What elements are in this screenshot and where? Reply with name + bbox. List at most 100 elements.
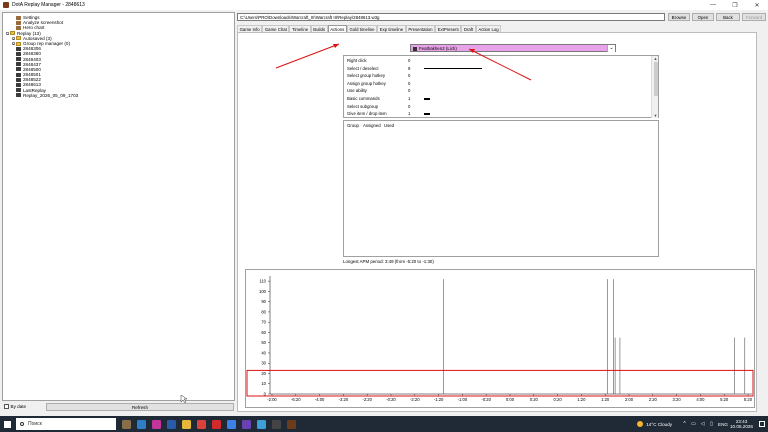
taskbar-search[interactable]: Поиск (16, 418, 116, 430)
tab-draft[interactable]: Draft (461, 25, 476, 32)
chat-app-icon[interactable] (242, 419, 251, 429)
language-indicator[interactable]: ENG (718, 422, 728, 427)
scroll-thumb[interactable] (653, 62, 658, 96)
action-label: Select group hotkey (347, 73, 385, 79)
replay-icon (16, 67, 21, 72)
taskbar-apps (122, 419, 296, 429)
clock[interactable]: 23:43 10.05.2026 (730, 419, 753, 429)
replay-manager-icon[interactable] (287, 419, 296, 429)
replay-icon (16, 93, 21, 98)
tree-item[interactable]: Replay_2026_05_09_1703 (6, 93, 78, 98)
action-count: 0 (408, 73, 411, 79)
x-tick-label: 2:20 (649, 397, 658, 402)
x-tick-label: -0:20 (481, 397, 491, 402)
edge-browser-icon[interactable] (137, 419, 146, 429)
action-label: Select / deselect (347, 65, 379, 71)
start-button[interactable] (0, 416, 14, 432)
by-date-checkbox[interactable]: By date (4, 404, 26, 409)
player-select[interactable]: Feathakhen2 (Lich) ⌄ (410, 44, 616, 52)
back-button[interactable]: Back (716, 13, 740, 21)
refresh-button[interactable]: Refresh (46, 403, 234, 411)
sound-icon[interactable]: ◁ (700, 421, 705, 427)
action-bar (424, 67, 482, 70)
open-button[interactable]: Open (692, 13, 714, 21)
replay-tree-panel: Settings Analyze screenshot Hero chart − Rep… (2, 12, 235, 401)
network-icon[interactable]: ▭ (691, 421, 696, 427)
replay-icon (16, 57, 21, 62)
y-tick-label: 100 (259, 289, 267, 294)
folder-icon (16, 36, 21, 41)
media-app-icon[interactable] (212, 419, 221, 429)
battery-icon[interactable]: ▯ (709, 421, 714, 427)
replay-tree: Settings Analyze screenshot Hero chart − Rep… (6, 15, 78, 98)
checkbox-box[interactable] (4, 404, 9, 409)
chevron-down-icon[interactable]: ⌄ (607, 45, 615, 52)
tab-gold-timeline[interactable]: Gold timeline (346, 25, 378, 32)
action-label: Select subgroup (347, 103, 379, 109)
minimize-button[interactable]: — (702, 0, 724, 10)
x-tick-label: 0:20 (554, 397, 563, 402)
chevron-up-icon[interactable]: ^ (682, 421, 687, 427)
replay-icon (16, 77, 21, 82)
replay-icon (16, 83, 21, 88)
settings-icon (16, 25, 21, 30)
landscape-app-icon[interactable] (122, 419, 131, 429)
close-button[interactable]: ✕ (746, 0, 768, 10)
tab-game-info[interactable]: Game Info (237, 25, 263, 32)
weather-widget[interactable]: 14°C Cloudy (637, 421, 672, 427)
expand-icon[interactable]: + (12, 36, 15, 40)
y-tick-label: 110 (259, 279, 266, 284)
y-tick-label: 10 (261, 381, 266, 386)
scroll-down-icon[interactable]: ▼ (652, 113, 659, 118)
x-tick-label: 0:00 (506, 397, 515, 402)
file-explorer-icon[interactable] (182, 419, 191, 429)
notification-icon[interactable] (759, 421, 765, 427)
hero-icon (413, 46, 417, 51)
x-tick-label: 1:20 (577, 397, 586, 402)
tree-item[interactable]: + Group rep manager (0) (6, 41, 78, 46)
taskbar: Поиск 14°C Cloudy ^ ▭ ◁ ▯ ENG 23:43 10.0… (0, 416, 768, 432)
maximize-button[interactable]: ❐ (724, 0, 746, 10)
x-tick-label: -0:20 (386, 397, 396, 402)
clock-date: 10.05.2026 (730, 424, 753, 429)
actions-scrollbar[interactable]: ▲ ▼ (651, 56, 658, 118)
action-label: Assign group hotkey (347, 80, 386, 86)
store-app-icon[interactable] (227, 419, 236, 429)
tab-exp-timeline[interactable]: Exp timeline (377, 25, 406, 32)
expand-icon[interactable]: + (12, 42, 15, 46)
annotation-highlight-box (246, 369, 754, 397)
window-title: DotA Replay Manager - 2848613 (12, 2, 85, 8)
tab-presentation[interactable]: Presentation (405, 25, 436, 32)
weather-sun-icon (637, 421, 644, 427)
warcraft-icon[interactable] (272, 419, 281, 429)
folder-icon (10, 31, 15, 36)
x-tick-label: -3:20 (339, 397, 349, 402)
player-select-value: Feathakhen2 (Lich) (419, 46, 457, 51)
tab-builds[interactable]: Builds (310, 25, 328, 32)
tab-strip: Game Info Game Chat Timeline Builds Actions G… (237, 25, 502, 32)
replay-path-field[interactable]: C:\Users\PRO\Downloads\Warcraft_III\Warc… (237, 13, 665, 21)
tab-actions[interactable]: Actions (327, 25, 347, 32)
used-column-header[interactable]: Used (384, 123, 394, 128)
tab-extpresent[interactable]: ExtPresent (435, 25, 462, 32)
x-tick-label: -6:20 (291, 397, 301, 402)
chrome-browser-icon[interactable] (197, 419, 206, 429)
group-column-header[interactable]: Group (347, 123, 359, 128)
forward-button[interactable]: Forward (742, 13, 766, 21)
search-icon (20, 422, 24, 426)
x-tick-label: -2:20 (362, 397, 372, 402)
steam-icon[interactable] (257, 419, 266, 429)
files-icon[interactable] (167, 419, 176, 429)
assigned-column-header[interactable]: Assigned (363, 123, 381, 128)
tab-timeline[interactable]: Timeline (289, 25, 311, 32)
scroll-up-icon[interactable]: ▲ (652, 56, 659, 61)
x-tick-label: 1:20 (601, 397, 610, 402)
collapse-icon[interactable]: − (6, 31, 9, 35)
browse-button[interactable]: Browse (668, 13, 690, 21)
system-tray: 14°C Cloudy ^ ▭ ◁ ▯ ENG 23:43 10.05.2026 (637, 416, 768, 432)
tab-action-log[interactable]: Action Log (475, 25, 502, 32)
instagram-icon[interactable] (152, 419, 161, 429)
tab-game-chat[interactable]: Game Chat (262, 25, 290, 32)
action-bar (424, 113, 431, 115)
y-tick-label: 20 (261, 371, 266, 376)
